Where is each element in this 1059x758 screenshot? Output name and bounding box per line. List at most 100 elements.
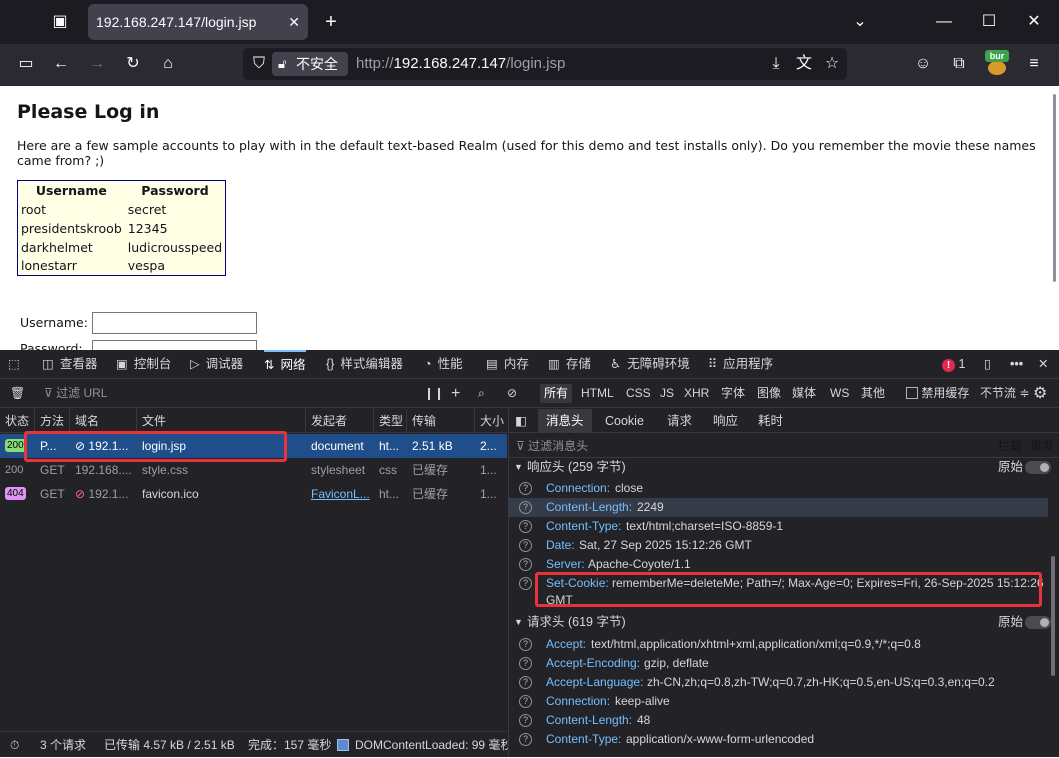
tab-console[interactable]: ▣ 控制台	[116, 350, 171, 379]
help-icon[interactable]: ?	[519, 714, 532, 727]
insecure-badge[interactable]: 🔓︎ 不安全	[272, 52, 348, 76]
shield-icon[interactable]: ⛉	[247, 52, 271, 76]
error-badge[interactable]: ! 1	[942, 350, 965, 379]
tab-response[interactable]: 响应	[713, 409, 738, 433]
tab-network[interactable]: ⇅ 网络	[264, 350, 306, 379]
raw-toggle[interactable]	[1025, 461, 1051, 474]
search-icon[interactable]: ⌕	[478, 379, 485, 408]
menu-icon[interactable]: ≡	[1022, 52, 1046, 76]
burp-extension-icon[interactable]: bur	[985, 50, 1009, 76]
column-domain[interactable]: 域名	[70, 409, 137, 433]
close-tab-icon[interactable]: ✕	[288, 4, 300, 40]
help-icon[interactable]: ?	[519, 520, 532, 533]
domain-cell: ⊘ 192.1...	[70, 482, 137, 506]
new-tab-button[interactable]: +	[319, 10, 343, 34]
tab-timings[interactable]: 耗时	[758, 409, 783, 433]
dock-icon[interactable]: ▯	[984, 350, 991, 379]
block-button[interactable]: 拦截	[998, 434, 1022, 458]
filter-url-input[interactable]: ⊽ 过滤 URL	[44, 379, 107, 408]
block-icon[interactable]: ⊘	[507, 379, 517, 408]
tab-request[interactable]: 请求	[667, 409, 692, 433]
column-method[interactable]: 方法	[35, 409, 70, 433]
filter-all[interactable]: 所有	[540, 384, 573, 403]
password-input[interactable]	[92, 340, 257, 350]
filter-html[interactable]: HTML	[577, 384, 618, 403]
add-icon[interactable]: +	[451, 379, 460, 408]
filter-images[interactable]: 图像	[753, 384, 785, 403]
tab-cookie[interactable]: Cookie	[605, 409, 644, 433]
minimize-icon[interactable]: —	[932, 10, 956, 34]
filter-other[interactable]: 其他	[857, 384, 889, 403]
tab-headers[interactable]: 消息头	[538, 409, 592, 433]
help-icon[interactable]: ?	[519, 501, 532, 514]
gear-icon[interactable]: ⚙	[1033, 379, 1047, 408]
page-scrollbar[interactable]	[1053, 94, 1056, 282]
chevron-down-icon[interactable]: ⌄	[848, 10, 872, 34]
column-file[interactable]: 文件	[137, 409, 306, 433]
help-icon[interactable]: ?	[519, 558, 532, 571]
response-headers-section[interactable]: ▼ 响应头 (259 字节) 原始	[508, 457, 1059, 477]
bookmark-star-icon[interactable]: ☆	[820, 52, 844, 76]
details-scrollbar[interactable]	[1051, 556, 1055, 676]
filter-ws[interactable]: WS	[826, 384, 853, 403]
home-icon[interactable]: ⌂	[156, 52, 180, 76]
table-row[interactable]: 404 GET ⊘ 192.1... favicon.ico FaviconL.…	[0, 482, 507, 506]
tab-memory[interactable]: ▤ 内存	[486, 350, 529, 379]
toggle-sidebar-icon[interactable]: ◧	[515, 409, 527, 433]
tab-storage[interactable]: ▥ 存储	[548, 350, 591, 379]
account-icon[interactable]: ☺	[911, 52, 935, 76]
trash-icon[interactable]: 🗑︎	[10, 379, 25, 408]
sidebar-icon[interactable]: ▭	[14, 52, 38, 76]
help-icon[interactable]: ?	[519, 676, 532, 689]
help-icon[interactable]: ?	[519, 638, 532, 651]
pause-icon[interactable]: ❙❙	[424, 379, 444, 408]
url-text[interactable]: http://192.168.247.147/login.jsp	[356, 48, 565, 80]
maximize-icon[interactable]: ☐	[977, 10, 1001, 34]
tab-application[interactable]: ⠿ 应用程序	[708, 350, 773, 379]
back-icon[interactable]: ←	[49, 52, 73, 76]
column-transferred[interactable]: 传输	[407, 409, 475, 433]
response-headers-title: 响应头 (259 字节)	[527, 460, 626, 474]
tab-style-editor[interactable]: {} 样式编辑器	[326, 350, 403, 379]
filter-js[interactable]: JS	[656, 384, 678, 403]
help-icon[interactable]: ?	[519, 577, 532, 590]
help-icon[interactable]: ?	[519, 482, 532, 495]
element-picker-icon[interactable]: ⬚	[8, 350, 20, 379]
column-initiator[interactable]: 发起者	[306, 409, 374, 433]
help-icon[interactable]: ?	[519, 733, 532, 746]
username-input[interactable]	[92, 312, 257, 334]
column-size[interactable]: 大小	[475, 409, 507, 433]
tab-debugger[interactable]: ▷ 调试器	[190, 350, 243, 379]
close-window-icon[interactable]: ✕	[1022, 10, 1046, 34]
raw-toggle[interactable]	[1025, 616, 1051, 629]
reload-icon[interactable]: ↻	[121, 52, 145, 76]
filter-fonts[interactable]: 字体	[717, 384, 749, 403]
resend-button[interactable]: 重发	[1030, 434, 1054, 458]
header-row: ? Content-Length: 48	[508, 711, 1048, 730]
browser-tab[interactable]: 192.168.247.147/login.jsp ✕	[88, 4, 308, 40]
tab-inspector[interactable]: ◫ 查看器	[42, 350, 97, 379]
disable-cache-checkbox[interactable]: 禁用缓存	[906, 379, 969, 408]
initiator-link[interactable]: FaviconL...	[306, 482, 374, 506]
more-options-icon[interactable]: •••	[1010, 350, 1023, 379]
column-status[interactable]: 状态	[0, 409, 35, 433]
download-icon[interactable]: ⤓	[764, 52, 788, 76]
filter-css[interactable]: CSS	[622, 384, 655, 403]
header-row: ? Content-Type: text/html;charset=ISO-8859…	[508, 517, 1048, 536]
filter-xhr[interactable]: XHR	[680, 384, 713, 403]
throttle-select[interactable]: 不节流 ≑	[980, 379, 1029, 408]
translate-icon[interactable]: 文	[792, 52, 816, 76]
column-type[interactable]: 类型	[374, 409, 407, 433]
help-icon[interactable]: ?	[519, 657, 532, 670]
tab-performance[interactable]: ◔ 性能	[424, 350, 463, 379]
close-devtools-icon[interactable]: ✕	[1038, 350, 1048, 379]
request-headers-section[interactable]: ▼ 请求头 (619 字节) 原始	[508, 612, 1059, 632]
filter-headers-input[interactable]: ⊽ 过滤消息头	[516, 434, 588, 458]
header-key: Date:	[546, 538, 575, 552]
extensions-icon[interactable]: ⧉	[947, 52, 971, 76]
filter-media[interactable]: 媒体	[788, 384, 820, 403]
help-icon[interactable]: ?	[519, 539, 532, 552]
tab-accessibility[interactable]: ♿︎ 无障碍环境	[610, 350, 690, 379]
help-icon[interactable]: ?	[519, 695, 532, 708]
tab-list-icon[interactable]: ▣	[48, 10, 72, 34]
